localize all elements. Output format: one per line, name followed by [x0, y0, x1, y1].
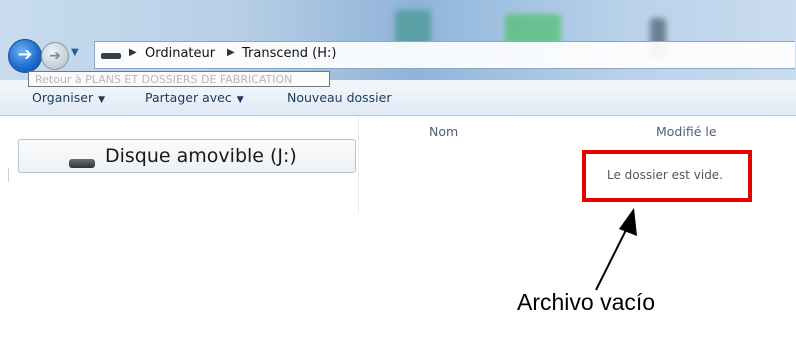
annotation-arrow: [595, 208, 637, 291]
annotation-label: Archivo vacío: [517, 289, 656, 315]
